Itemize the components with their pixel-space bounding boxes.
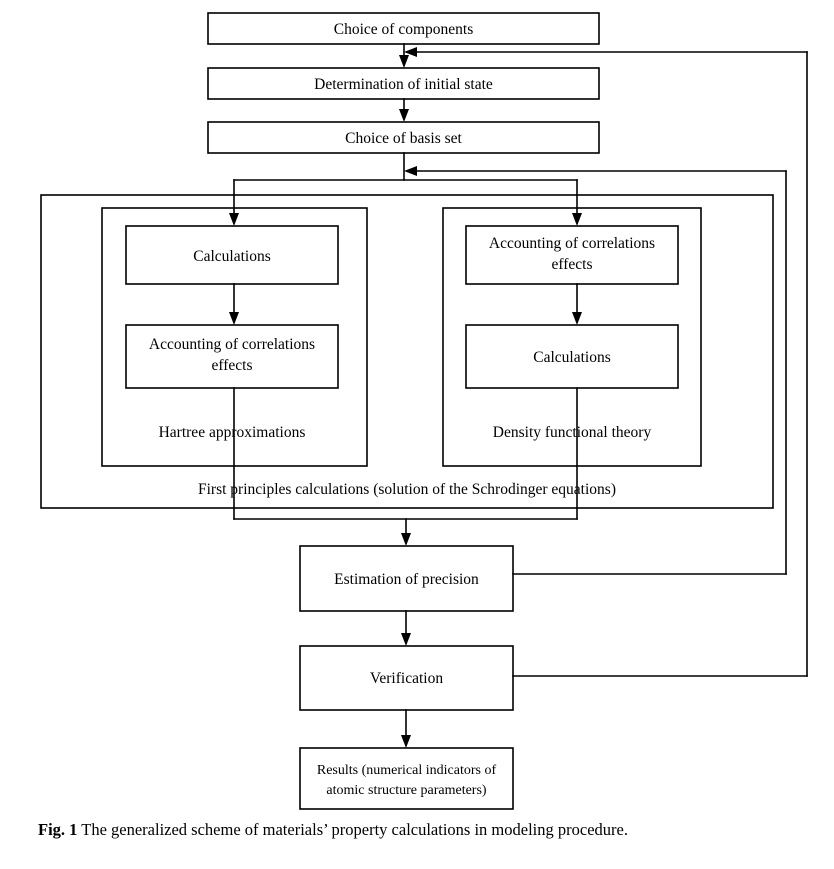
node-hartree-correlations-label-line1: Accounting of correlations: [149, 336, 315, 353]
node-results-label-line1: Results (numerical indicators of: [317, 763, 497, 778]
node-verification-label: Verification: [370, 670, 443, 687]
figure-container: Choice of components Determination of in…: [0, 0, 834, 869]
node-estimation-of-precision-label: Estimation of precision: [334, 571, 479, 588]
node-hartree-correlations-label-line2: effects: [211, 357, 252, 374]
edge-dft-correlations-to-calculations: [572, 283, 582, 325]
edge-hartree-calculations-to-correlations: [229, 283, 239, 325]
node-determination-of-initial-state-label: Determination of initial state: [314, 76, 493, 93]
edge-basis-set-to-split: [229, 152, 582, 226]
node-dft-correlations-label-line2: effects: [551, 256, 592, 273]
node-results-label-line2: atomic structure parameters): [326, 783, 486, 798]
node-results[interactable]: [299, 747, 514, 810]
edge-initial-state-to-basis-set: [399, 98, 409, 122]
edge-estimation-to-verification: [401, 610, 411, 646]
node-dft-calculations-label: Calculations: [533, 349, 611, 366]
flowchart-svg: Choice of components Determination of in…: [40, 12, 808, 810]
group-hartree-approximations-label: Hartree approximations: [159, 424, 306, 441]
group-density-functional-theory-label: Density functional theory: [493, 424, 652, 441]
group-first-principles-calculations-label: First principles calculations (solution …: [198, 481, 616, 498]
figure-caption-label: Fig. 1: [38, 820, 78, 839]
figure-caption-text: The generalized scheme of materials’ pro…: [81, 820, 628, 839]
figure-caption: Fig. 1 The generalized scheme of materia…: [38, 820, 818, 841]
node-choice-of-basis-set-label: Choice of basis set: [345, 130, 462, 147]
node-choice-of-components-label: Choice of components: [334, 21, 473, 38]
edge-components-to-initial-state: [399, 43, 409, 68]
edge-branches-to-estimation: [233, 387, 578, 546]
node-hartree-calculations-label: Calculations: [193, 248, 271, 265]
node-dft-correlations-label-line1: Accounting of correlations: [489, 235, 655, 252]
edge-verification-to-results: [401, 709, 411, 748]
